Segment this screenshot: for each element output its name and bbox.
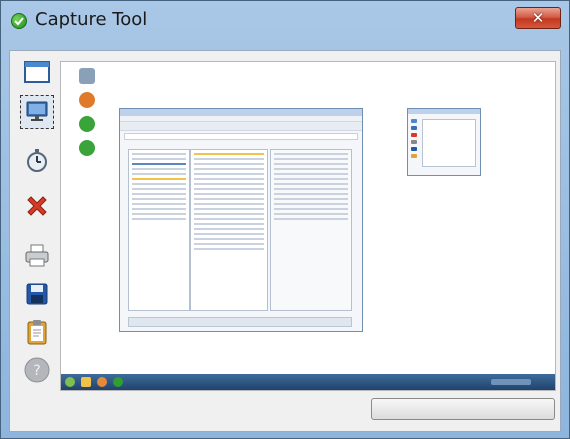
cancel-icon [27, 196, 47, 216]
screen-capture-button[interactable] [20, 95, 54, 129]
cancel-button[interactable] [20, 189, 54, 223]
captured-window-path [124, 133, 358, 140]
bottom-action-button[interactable] [371, 398, 555, 420]
close-icon: ✕ [531, 9, 545, 27]
greenshot-icon [79, 116, 95, 132]
firefox-task-icon [97, 377, 107, 387]
captured-app-window [119, 108, 363, 332]
svg-text:?: ? [33, 363, 40, 379]
desktop-icon [67, 68, 107, 84]
screen-capture-icon [26, 101, 48, 121]
start-orb-icon [65, 377, 75, 387]
desktop-icon [67, 92, 107, 108]
left-toolbar: ? [10, 51, 62, 383]
timer-icon [27, 149, 47, 172]
desktop-icons [67, 68, 107, 164]
firefox-icon [79, 92, 95, 108]
captured-tree-pane [128, 149, 190, 311]
capture-tool-app-icon [11, 13, 27, 29]
window-capture-button[interactable] [20, 55, 54, 89]
close-button[interactable]: ✕ [515, 7, 561, 29]
window-title: Capture Tool [35, 9, 148, 30]
save-button[interactable] [20, 277, 54, 311]
print-icon [25, 244, 49, 267]
captured-taskbar [61, 374, 555, 390]
recycle-bin-icon [79, 68, 95, 84]
captured-capture-tool-window [407, 108, 481, 176]
captured-options-pane [270, 149, 352, 311]
captured-file-list [190, 149, 268, 311]
tray-icons [491, 379, 531, 385]
greenshot-icon [79, 140, 95, 156]
title-bar: Capture Tool ✕ [1, 1, 569, 41]
window-capture-icon [24, 61, 50, 83]
help-button[interactable]: ? [20, 353, 54, 387]
client-area: ? [9, 50, 561, 432]
captured-statusbar [128, 317, 352, 327]
print-button[interactable] [20, 239, 54, 273]
captured-capture-preview [422, 119, 476, 167]
clipboard-icon [27, 320, 47, 345]
clipboard-button[interactable] [20, 315, 54, 349]
captured-window-toolbar [120, 122, 362, 131]
help-icon: ? [24, 357, 50, 383]
captured-window-titlebar [120, 109, 362, 116]
save-icon [26, 283, 48, 305]
capture-task-icon [113, 377, 123, 387]
desktop-icon [67, 140, 107, 156]
capture-tool-window: Capture Tool ✕ ? [0, 0, 570, 439]
explorer-task-icon [81, 377, 91, 387]
desktop-icon [67, 116, 107, 132]
capture-preview [60, 61, 556, 391]
timer-button[interactable] [20, 143, 54, 177]
